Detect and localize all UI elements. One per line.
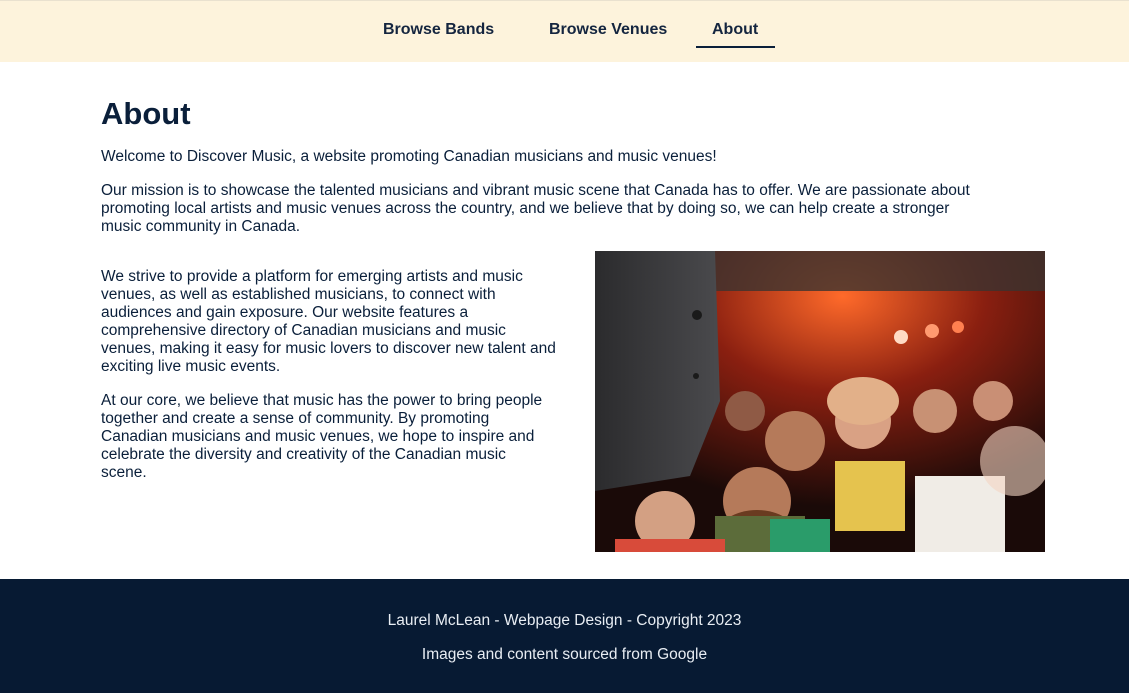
nav-browse-venues[interactable]: Browse Venues <box>549 21 667 41</box>
mission-line: Our mission is to showcase the talented … <box>101 182 970 199</box>
strive-paragraph: We strive to provide a platform for emer… <box>101 268 556 376</box>
nav-browse-bands[interactable]: Browse Bands <box>383 21 494 41</box>
core-paragraph: At our core, we believe that music has t… <box>101 392 542 482</box>
strive-line: audiences and gain exposure. Our website… <box>101 304 469 321</box>
core-line: together and create a sense of community… <box>101 410 490 427</box>
strive-line: comprehensive directory of Canadian musi… <box>101 322 506 339</box>
footer-credit: Laurel McLean - Webpage Design - Copyrig… <box>387 612 742 629</box>
strive-line: exciting live music events. <box>101 358 281 375</box>
page-footer: Laurel McLean - Webpage Design - Copyrig… <box>0 579 1129 693</box>
core-line: celebrate the diversity and creativity o… <box>101 446 506 463</box>
core-line: Canadian musicians and music venues, we … <box>101 428 535 445</box>
strive-line: We strive to provide a platform for emer… <box>101 268 523 285</box>
intro-text: Welcome to Discover Music, a website pro… <box>101 148 717 165</box>
core-line: At our core, we believe that music has t… <box>101 392 543 409</box>
footer-source: Images and content sourced from Google <box>421 646 708 663</box>
top-navigation: Browse Bands Browse Venues About <box>0 0 1129 62</box>
intro-paragraph: Welcome to Discover Music, a website pro… <box>101 148 717 166</box>
strive-line: venues, making it easy for music lovers … <box>101 340 556 357</box>
mission-line: music community in Canada. <box>101 218 300 235</box>
active-tab-indicator <box>696 46 775 48</box>
nav-about[interactable]: About <box>712 21 758 41</box>
mission-paragraph: Our mission is to showcase the talented … <box>101 182 970 236</box>
page-title: About <box>101 96 191 131</box>
strive-line: venues, as well as established musicians… <box>101 286 496 303</box>
concert-photo-illustration <box>595 251 1045 552</box>
concert-crowd-photo <box>595 251 1045 552</box>
mission-line: promoting local artists and music venues… <box>101 200 950 217</box>
core-line: scene. <box>101 464 147 481</box>
